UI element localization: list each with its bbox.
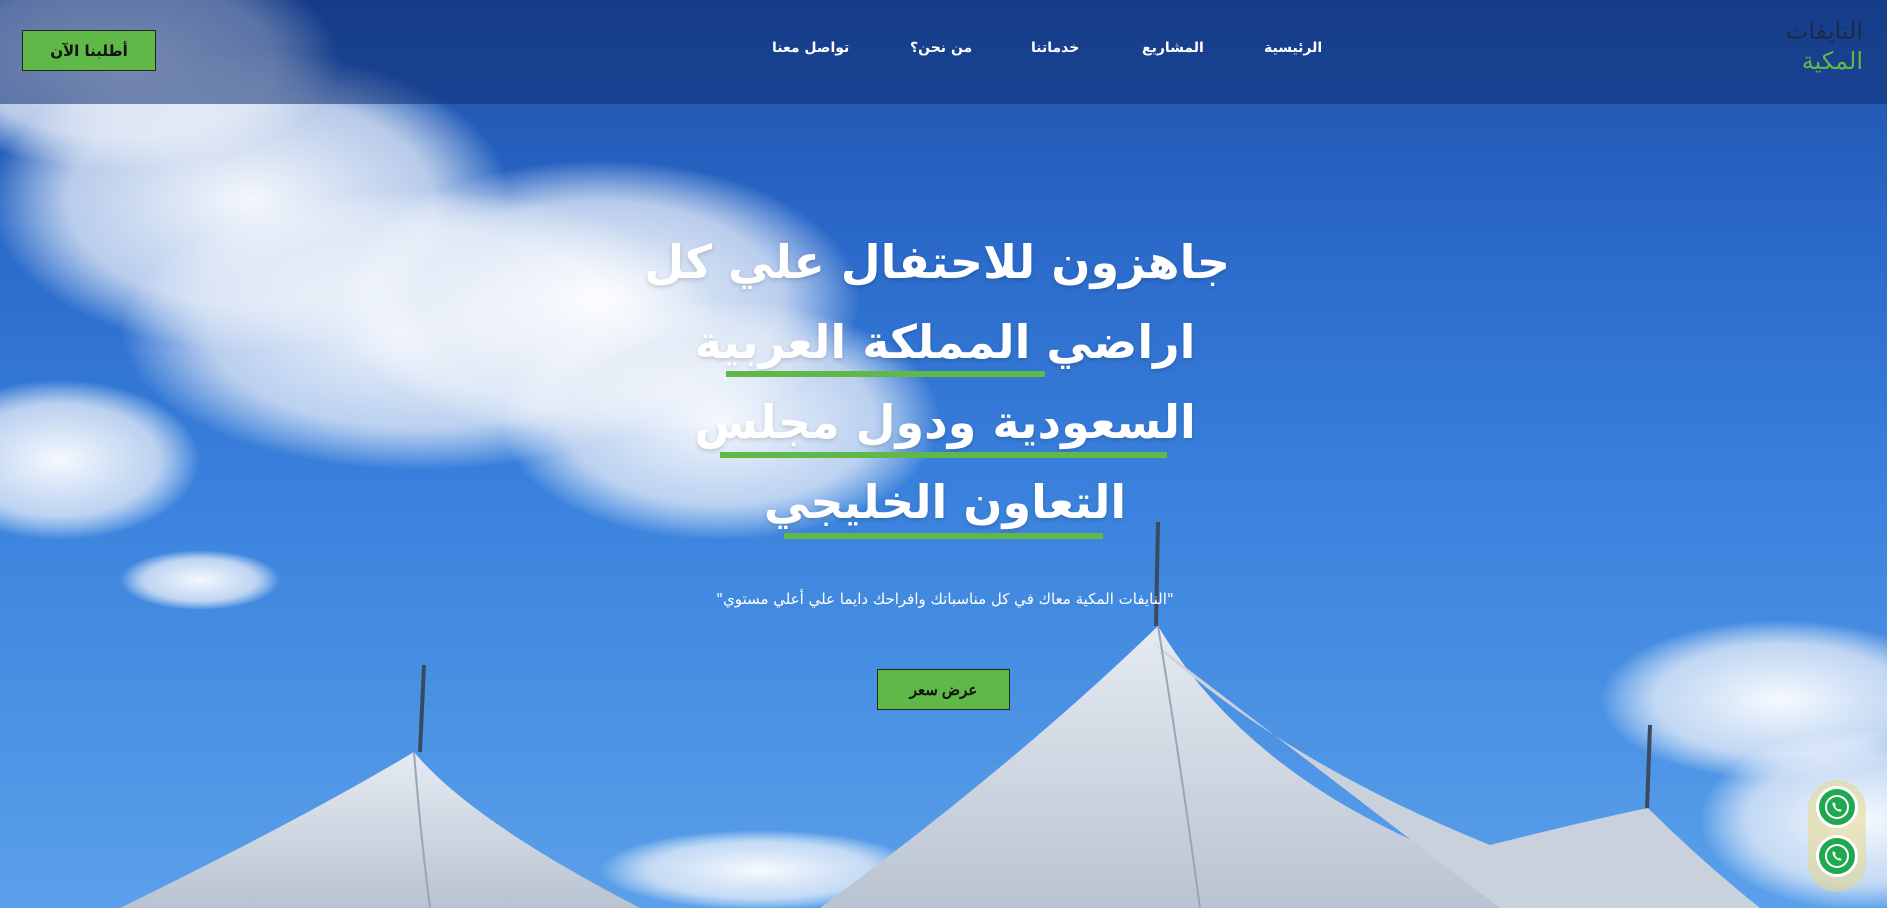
logo-line-2: المكية bbox=[1801, 47, 1863, 75]
site-logo[interactable]: النايفات المكية bbox=[1786, 16, 1863, 76]
headline-line-1: جاهزون للاحتفال علي كل bbox=[644, 235, 1230, 289]
hero-tagline: "النايفات المكية معاك في كل مناسباتك واف… bbox=[716, 590, 1174, 608]
nav-item-contact[interactable]: تواصل معنا bbox=[772, 40, 849, 56]
headline-line-2: اراضي المملكة العربية bbox=[694, 315, 1196, 369]
logo-line-1: النايفات bbox=[1785, 17, 1863, 45]
nav-item-about[interactable]: من نحن؟ bbox=[910, 40, 972, 56]
get-quote-button[interactable]: عرض سعر bbox=[877, 669, 1010, 710]
nav-item-projects[interactable]: المشاريع bbox=[1142, 40, 1204, 56]
nav-item-services[interactable]: خدماتنا bbox=[1031, 40, 1079, 56]
main-nav: الرئيسية المشاريع خدماتنا من نحن؟ تواصل … bbox=[0, 40, 1887, 64]
whatsapp-icon[interactable] bbox=[1816, 835, 1858, 877]
headline-underline-1 bbox=[726, 371, 1045, 377]
headline-line-3: السعودية ودول مجلس bbox=[694, 395, 1196, 449]
tents bbox=[120, 521, 1760, 908]
phone-glyph-icon bbox=[1825, 795, 1849, 819]
whatsapp-icon[interactable] bbox=[1816, 786, 1858, 828]
hero-headline: جاهزون للاحتفال علي كل اراضي المملكة الع… bbox=[644, 222, 1230, 542]
headline-underline-2 bbox=[720, 452, 1167, 458]
phone-glyph-icon bbox=[1825, 844, 1849, 868]
headline-underline-3 bbox=[784, 533, 1103, 539]
nav-item-home[interactable]: الرئيسية bbox=[1264, 40, 1322, 56]
headline-line-4: التعاون الخليجي bbox=[763, 475, 1127, 529]
